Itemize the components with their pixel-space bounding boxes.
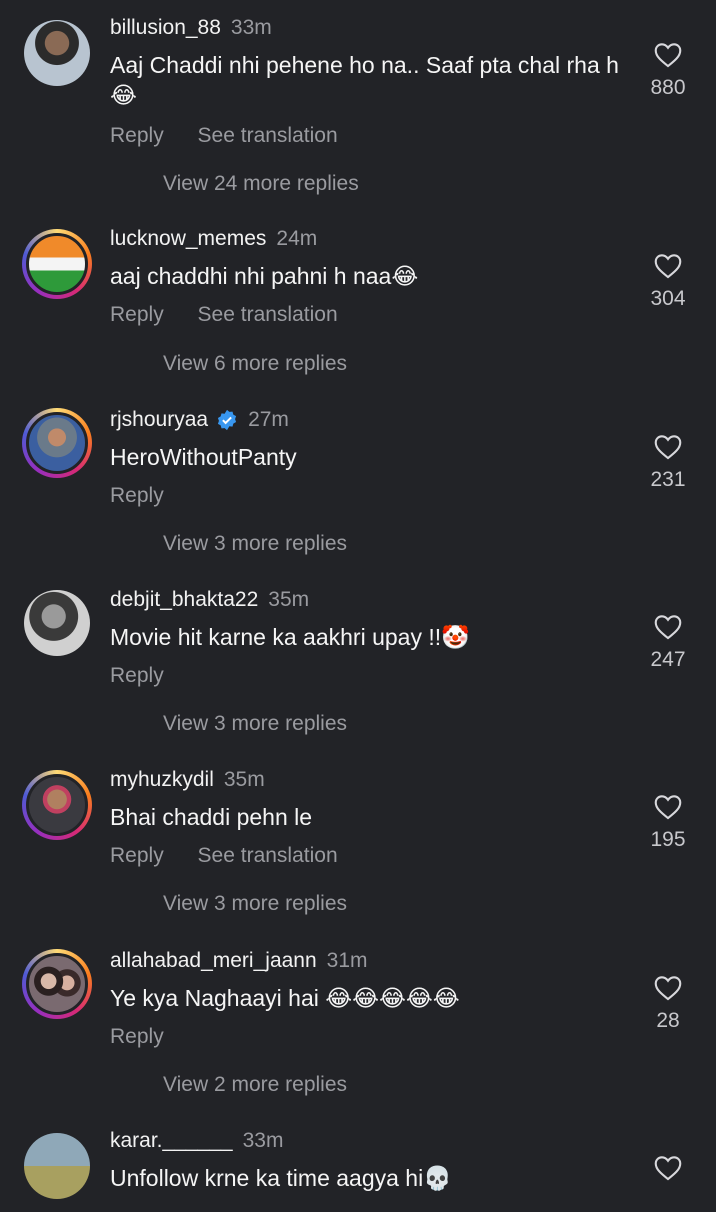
avatar[interactable] — [24, 20, 90, 86]
avatar[interactable] — [24, 590, 90, 656]
see-translation-button[interactable]: See translation — [198, 124, 338, 147]
timestamp: 33m — [242, 1129, 284, 1152]
like-count: 247 — [650, 648, 686, 671]
reply-button[interactable]: Reply — [110, 124, 164, 147]
like-count: 231 — [650, 468, 686, 491]
comment-text: Unfollow krne ka time aagya hi💀 — [110, 1165, 452, 1191]
comment-text: Movie hit karne ka aakhri upay !!🤡 — [110, 624, 470, 650]
reply-button[interactable]: Reply — [110, 1025, 164, 1048]
see-translation-button[interactable]: See translation — [198, 844, 338, 867]
heart-outline-icon[interactable] — [654, 253, 682, 279]
timestamp: 24m — [276, 227, 318, 250]
reply-button[interactable]: Reply — [110, 484, 164, 507]
avatar[interactable] — [22, 408, 92, 478]
view-replies-button[interactable]: View 6 more replies — [163, 352, 347, 376]
heart-outline-icon[interactable] — [654, 1155, 682, 1181]
heart-outline-icon[interactable] — [654, 975, 682, 1001]
like-count: 195 — [650, 828, 686, 851]
username[interactable]: karar.______ — [110, 1129, 233, 1153]
avatar[interactable] — [22, 229, 92, 299]
like-count: 304 — [650, 287, 686, 310]
timestamp: 35m — [268, 588, 310, 611]
comment-text: Ye kya Naghaayi hai 😂😂😂😂😂 — [110, 985, 460, 1011]
view-replies-button[interactable]: View 2 more replies — [163, 1073, 347, 1097]
heart-outline-icon[interactable] — [654, 794, 682, 820]
timestamp: 31m — [326, 949, 368, 972]
reply-button[interactable]: Reply — [110, 844, 164, 867]
view-replies-button[interactable]: View 24 more replies — [163, 172, 359, 196]
username[interactable]: lucknow_memes — [110, 227, 266, 251]
like-count: 28 — [656, 1009, 680, 1032]
avatar[interactable] — [24, 1133, 90, 1199]
view-replies-button[interactable]: View 3 more replies — [163, 532, 347, 556]
like-count: 880 — [650, 76, 686, 99]
username[interactable]: rjshouryaa — [110, 408, 208, 432]
comment-text: Bhai chaddi pehn le — [110, 804, 313, 830]
heart-outline-icon[interactable] — [654, 434, 682, 460]
username[interactable]: allahabad_meri_jaann — [110, 949, 317, 973]
comment-text: Aaj Chaddi nhi pehene ho na.. Saaf pta c… — [110, 52, 619, 108]
comment-text: HeroWithoutPanty — [110, 444, 297, 470]
timestamp: 27m — [248, 408, 289, 431]
view-replies-button[interactable]: View 3 more replies — [163, 892, 347, 916]
username[interactable]: myhuzkydil — [110, 768, 214, 792]
timestamp: 33m — [230, 16, 272, 39]
heart-outline-icon[interactable] — [654, 42, 682, 68]
reply-button[interactable]: Reply — [110, 303, 164, 326]
view-replies-button[interactable]: View 3 more replies — [163, 712, 347, 736]
username[interactable]: debjit_bhakta22 — [110, 588, 258, 612]
see-translation-button[interactable]: See translation — [198, 303, 338, 326]
verified-badge-icon — [217, 409, 237, 431]
comment-text: aaj chaddhi nhi pahni h naa😂 — [110, 263, 419, 289]
avatar[interactable] — [22, 770, 92, 840]
username[interactable]: billusion_88 — [110, 16, 221, 40]
heart-outline-icon[interactable] — [654, 614, 682, 640]
timestamp: 35m — [223, 768, 265, 791]
reply-button[interactable]: Reply — [110, 664, 164, 687]
avatar[interactable] — [22, 949, 92, 1019]
